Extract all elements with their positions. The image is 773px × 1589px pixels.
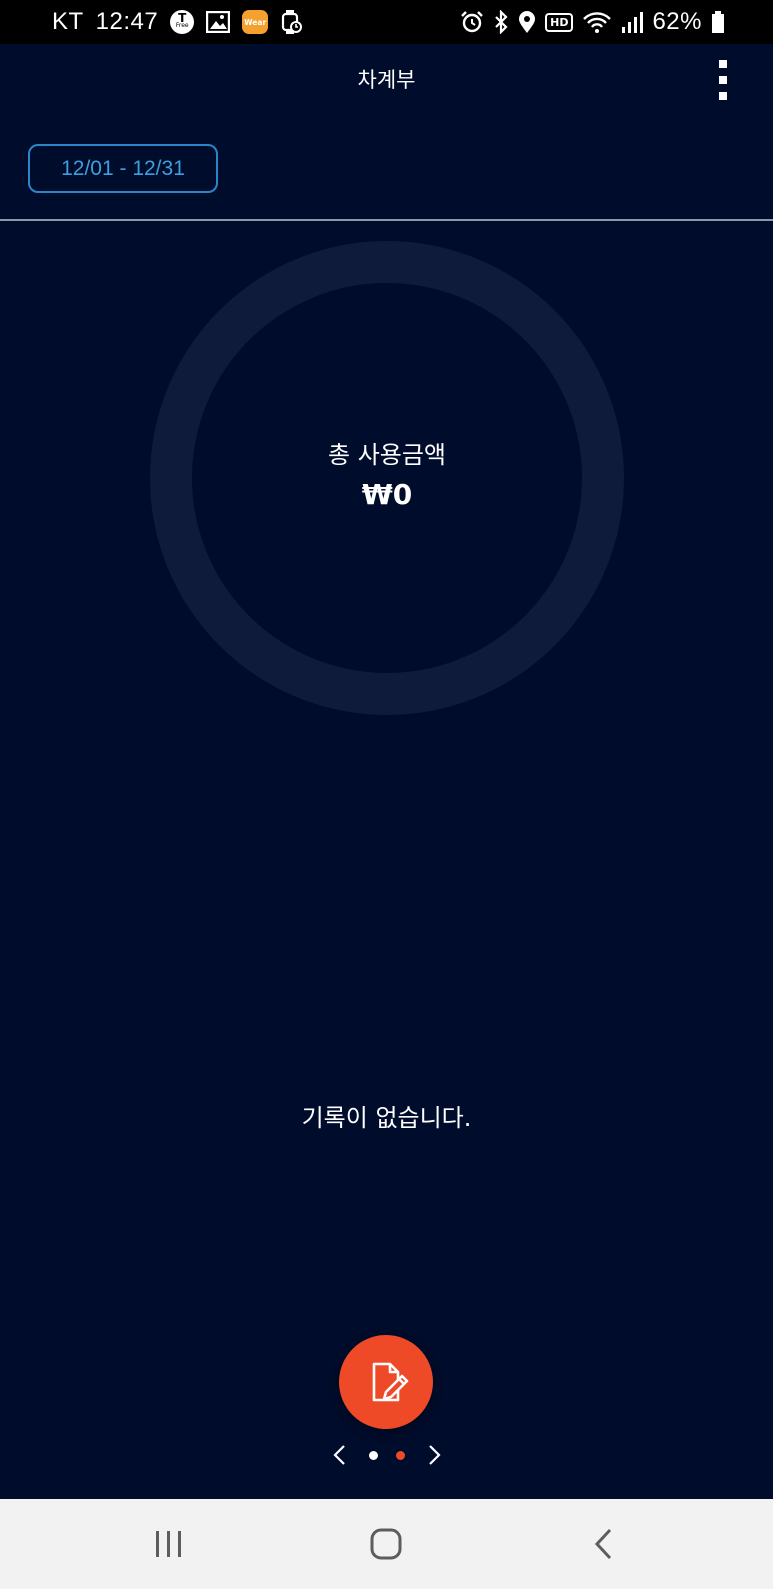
more-vert-icon-dot xyxy=(719,92,727,100)
page-title: 차계부 xyxy=(357,68,416,92)
recent-apps-button[interactable] xyxy=(139,1514,199,1574)
back-icon xyxy=(595,1528,612,1560)
page-indicator xyxy=(0,1440,773,1470)
home-button[interactable] xyxy=(356,1514,416,1574)
tmap-icon: T Free xyxy=(170,10,195,34)
total-amount: ₩0 xyxy=(361,478,413,511)
back-button[interactable] xyxy=(574,1514,634,1574)
system-nav-bar xyxy=(0,1499,773,1589)
gallery-icon xyxy=(206,11,231,33)
page-dot[interactable] xyxy=(368,1450,378,1460)
more-vert-icon xyxy=(719,60,727,68)
previous-page-button[interactable] xyxy=(327,1440,351,1470)
app-bar: 차계부 xyxy=(0,44,773,114)
wifi-icon xyxy=(582,10,612,34)
status-right: HD 62% xyxy=(460,8,725,36)
chevron-left-icon xyxy=(332,1445,345,1465)
more-options-button[interactable] xyxy=(711,60,735,100)
divider xyxy=(0,219,773,221)
add-record-button[interactable] xyxy=(339,1335,433,1429)
wear-app-icon: Wear xyxy=(242,10,269,34)
home-icon xyxy=(370,1528,402,1560)
wear-label: Wear xyxy=(242,10,269,34)
next-page-button[interactable] xyxy=(423,1440,447,1470)
bluetooth-icon xyxy=(493,10,509,34)
edit-document-icon xyxy=(372,1362,409,1402)
hd-voice-icon: HD xyxy=(545,12,574,32)
signal-icon xyxy=(621,10,644,34)
location-icon xyxy=(518,10,536,34)
battery-percent: 62% xyxy=(652,8,702,35)
recent-apps-icon xyxy=(155,1531,181,1557)
date-range-button[interactable]: 12/01 - 12/31 xyxy=(28,144,218,193)
battery-icon xyxy=(711,10,725,34)
empty-state-message: 기록이 없습니다. xyxy=(301,1104,472,1132)
watch-alarm-icon xyxy=(280,9,303,35)
total-summary: 총 사용금액 ₩0 xyxy=(150,435,624,511)
more-vert-icon-dot xyxy=(719,76,727,84)
alarm-icon xyxy=(460,10,484,34)
clock: 12:47 xyxy=(95,8,159,35)
page-dot[interactable] xyxy=(395,1450,405,1460)
carrier-label: KT xyxy=(52,8,84,35)
total-label: 총 사용금액 xyxy=(327,441,447,469)
status-bar: KT 12:47 T Free Wear HD 62% xyxy=(0,0,773,44)
tmap-letter: T xyxy=(178,11,187,25)
chevron-right-icon xyxy=(428,1445,441,1465)
status-left: KT 12:47 T Free Wear xyxy=(52,8,303,36)
tmap-sub: Free xyxy=(175,22,189,29)
